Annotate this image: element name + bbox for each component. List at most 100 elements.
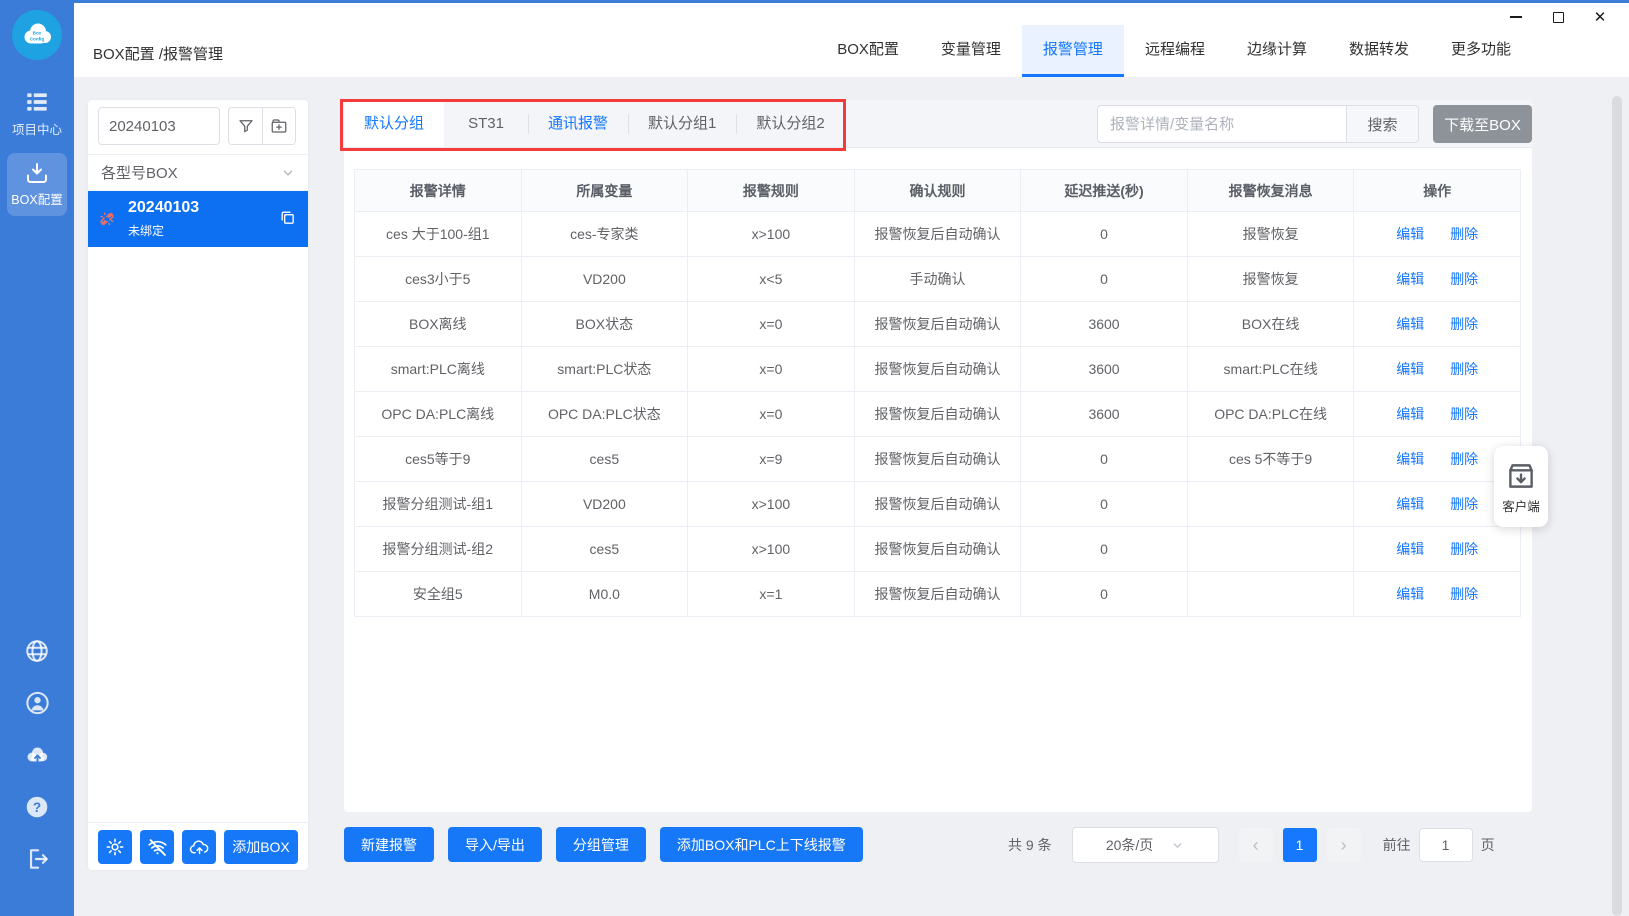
device-panel-footer: 添加BOX — [88, 822, 308, 870]
cloud-sync-button[interactable] — [182, 830, 216, 864]
table-cell: 报警恢复后自动确认 — [854, 347, 1021, 392]
edit-link[interactable]: 编辑 — [1396, 316, 1424, 332]
chevron-down-icon — [1171, 839, 1184, 852]
table-cell: VD200 — [521, 257, 688, 302]
device-status: 未绑定 — [128, 222, 164, 239]
logout-icon[interactable] — [24, 845, 51, 872]
edit-link[interactable]: 编辑 — [1396, 586, 1424, 602]
table-cell: 报警分组测试-组1 — [355, 482, 522, 527]
total-count: 共 9 条 — [1008, 835, 1052, 855]
edit-link[interactable]: 编辑 — [1396, 226, 1424, 242]
nav-tab-6[interactable]: 更多功能 — [1430, 25, 1532, 77]
copy-icon[interactable] — [279, 209, 296, 226]
edit-link[interactable]: 编辑 — [1396, 406, 1424, 422]
delete-link[interactable]: 删除 — [1450, 586, 1478, 602]
edit-link[interactable]: 编辑 — [1396, 271, 1424, 287]
group-tab-3[interactable]: 默认分组1 — [628, 100, 736, 147]
nav-tab-2[interactable]: 报警管理 — [1022, 25, 1124, 77]
group-tab-2[interactable]: 通讯报警 — [528, 100, 628, 147]
globe-icon[interactable] — [24, 637, 51, 664]
minimize-button[interactable] — [1503, 7, 1529, 27]
nav-tab-4[interactable]: 边缘计算 — [1226, 25, 1328, 77]
page-size-value: 20条/页 — [1106, 835, 1153, 855]
add-box-button[interactable]: 添加BOX — [224, 830, 298, 864]
search-button[interactable]: 搜索 — [1347, 105, 1419, 143]
delete-link[interactable]: 删除 — [1450, 541, 1478, 557]
group-tabs: 默认分组ST31通讯报警默认分组1默认分组2 — [344, 100, 845, 147]
table-cell: OPC DA:PLC离线 — [355, 392, 522, 437]
settings-button[interactable] — [98, 830, 132, 864]
page-unit-label: 页 — [1481, 835, 1495, 855]
delete-link[interactable]: 删除 — [1450, 406, 1478, 422]
nav-tab-1[interactable]: 变量管理 — [920, 25, 1022, 77]
add-group-button[interactable] — [262, 108, 295, 144]
cloud-upload-icon[interactable] — [24, 741, 51, 768]
header: BOX配置 /报警管理 BOX配置变量管理报警管理远程编程边缘计算数据转发更多功… — [74, 3, 1629, 77]
client-download-widget[interactable]: 客户端 — [1494, 446, 1548, 527]
edit-link[interactable]: 编辑 — [1396, 361, 1424, 377]
app-logo[interactable]: Box Config — [12, 10, 62, 60]
minimize-icon — [1510, 16, 1522, 18]
table-header-row: 报警详情所属变量报警规则确认规则延迟推送(秒)报警恢复消息操作 — [355, 170, 1521, 212]
help-icon[interactable]: ? — [24, 793, 51, 820]
current-page[interactable]: 1 — [1283, 828, 1317, 862]
table-cell: 0 — [1021, 482, 1188, 527]
filter-button[interactable] — [229, 108, 262, 144]
table-cell: 0 — [1021, 572, 1188, 617]
footer-action-button-0[interactable]: 新建报警 — [344, 827, 434, 862]
delete-link[interactable]: 删除 — [1450, 226, 1478, 242]
wifi-off-button[interactable] — [140, 830, 174, 864]
delete-link[interactable]: 删除 — [1450, 496, 1478, 512]
sidebar-item-box-config[interactable]: BOX配置 — [7, 153, 67, 216]
nav-tab-3[interactable]: 远程编程 — [1124, 25, 1226, 77]
download-to-box-button[interactable]: 下载至BOX — [1433, 105, 1532, 143]
user-icon[interactable] — [24, 689, 51, 716]
table-cell: BOX离线 — [355, 302, 522, 347]
table-cell: smart:PLC离线 — [355, 347, 522, 392]
table-cell: x=0 — [688, 302, 855, 347]
table-cell: 3600 — [1021, 347, 1188, 392]
table-cell: ces3小于5 — [355, 257, 522, 302]
prev-page-button[interactable]: ‹ — [1239, 828, 1273, 862]
table-cell — [1187, 527, 1354, 572]
alarm-search-input[interactable] — [1097, 105, 1347, 143]
footer-action-button-1[interactable]: 导入/导出 — [448, 827, 542, 862]
nav-tab-5[interactable]: 数据转发 — [1328, 25, 1430, 77]
actions-cell: 编辑 删除 — [1354, 212, 1521, 257]
footer-action-button-3[interactable]: 添加BOX和PLC上下线报警 — [660, 827, 863, 862]
actions-cell: 编辑 删除 — [1354, 347, 1521, 392]
table-cell: 报警恢复后自动确认 — [854, 437, 1021, 482]
sidebar-item-project-center[interactable]: 项目中心 — [0, 90, 74, 138]
edit-link[interactable]: 编辑 — [1396, 541, 1424, 557]
table-cell: ces5等于9 — [355, 437, 522, 482]
next-page-button[interactable]: › — [1327, 828, 1361, 862]
scrollbar[interactable] — [1612, 96, 1622, 916]
footer-action-button-2[interactable]: 分组管理 — [556, 827, 646, 862]
nav-tab-0[interactable]: BOX配置 — [816, 25, 920, 77]
device-list-item-selected[interactable]: 20240103 未绑定 — [88, 191, 308, 247]
table-cell: BOX在线 — [1187, 302, 1354, 347]
group-tab-1[interactable]: ST31 — [444, 100, 528, 147]
edit-link[interactable]: 编辑 — [1396, 451, 1424, 467]
page-size-select[interactable]: 20条/页 — [1072, 827, 1219, 863]
device-group-dropdown[interactable]: 各型号BOX — [88, 155, 308, 191]
table-cell: 3600 — [1021, 392, 1188, 437]
delete-link[interactable]: 删除 — [1450, 316, 1478, 332]
table-cell: 报警恢复 — [1187, 212, 1354, 257]
close-button[interactable]: ✕ — [1587, 7, 1613, 27]
chevron-down-icon — [281, 166, 295, 180]
column-header: 确认规则 — [854, 170, 1021, 212]
goto-page-input[interactable] — [1419, 828, 1473, 862]
maximize-button[interactable] — [1545, 7, 1571, 27]
group-tab-0[interactable]: 默认分组 — [344, 100, 444, 147]
top-nav: BOX配置变量管理报警管理远程编程边缘计算数据转发更多功能 — [816, 25, 1532, 77]
svg-text:Box: Box — [33, 31, 42, 36]
delete-link[interactable]: 删除 — [1450, 361, 1478, 377]
table-cell: 报警恢复后自动确认 — [854, 572, 1021, 617]
device-search-input[interactable] — [98, 107, 220, 145]
delete-link[interactable]: 删除 — [1450, 451, 1478, 467]
group-tab-4[interactable]: 默认分组2 — [736, 100, 844, 147]
table-cell: 报警分组测试-组2 — [355, 527, 522, 572]
edit-link[interactable]: 编辑 — [1396, 496, 1424, 512]
delete-link[interactable]: 删除 — [1450, 271, 1478, 287]
